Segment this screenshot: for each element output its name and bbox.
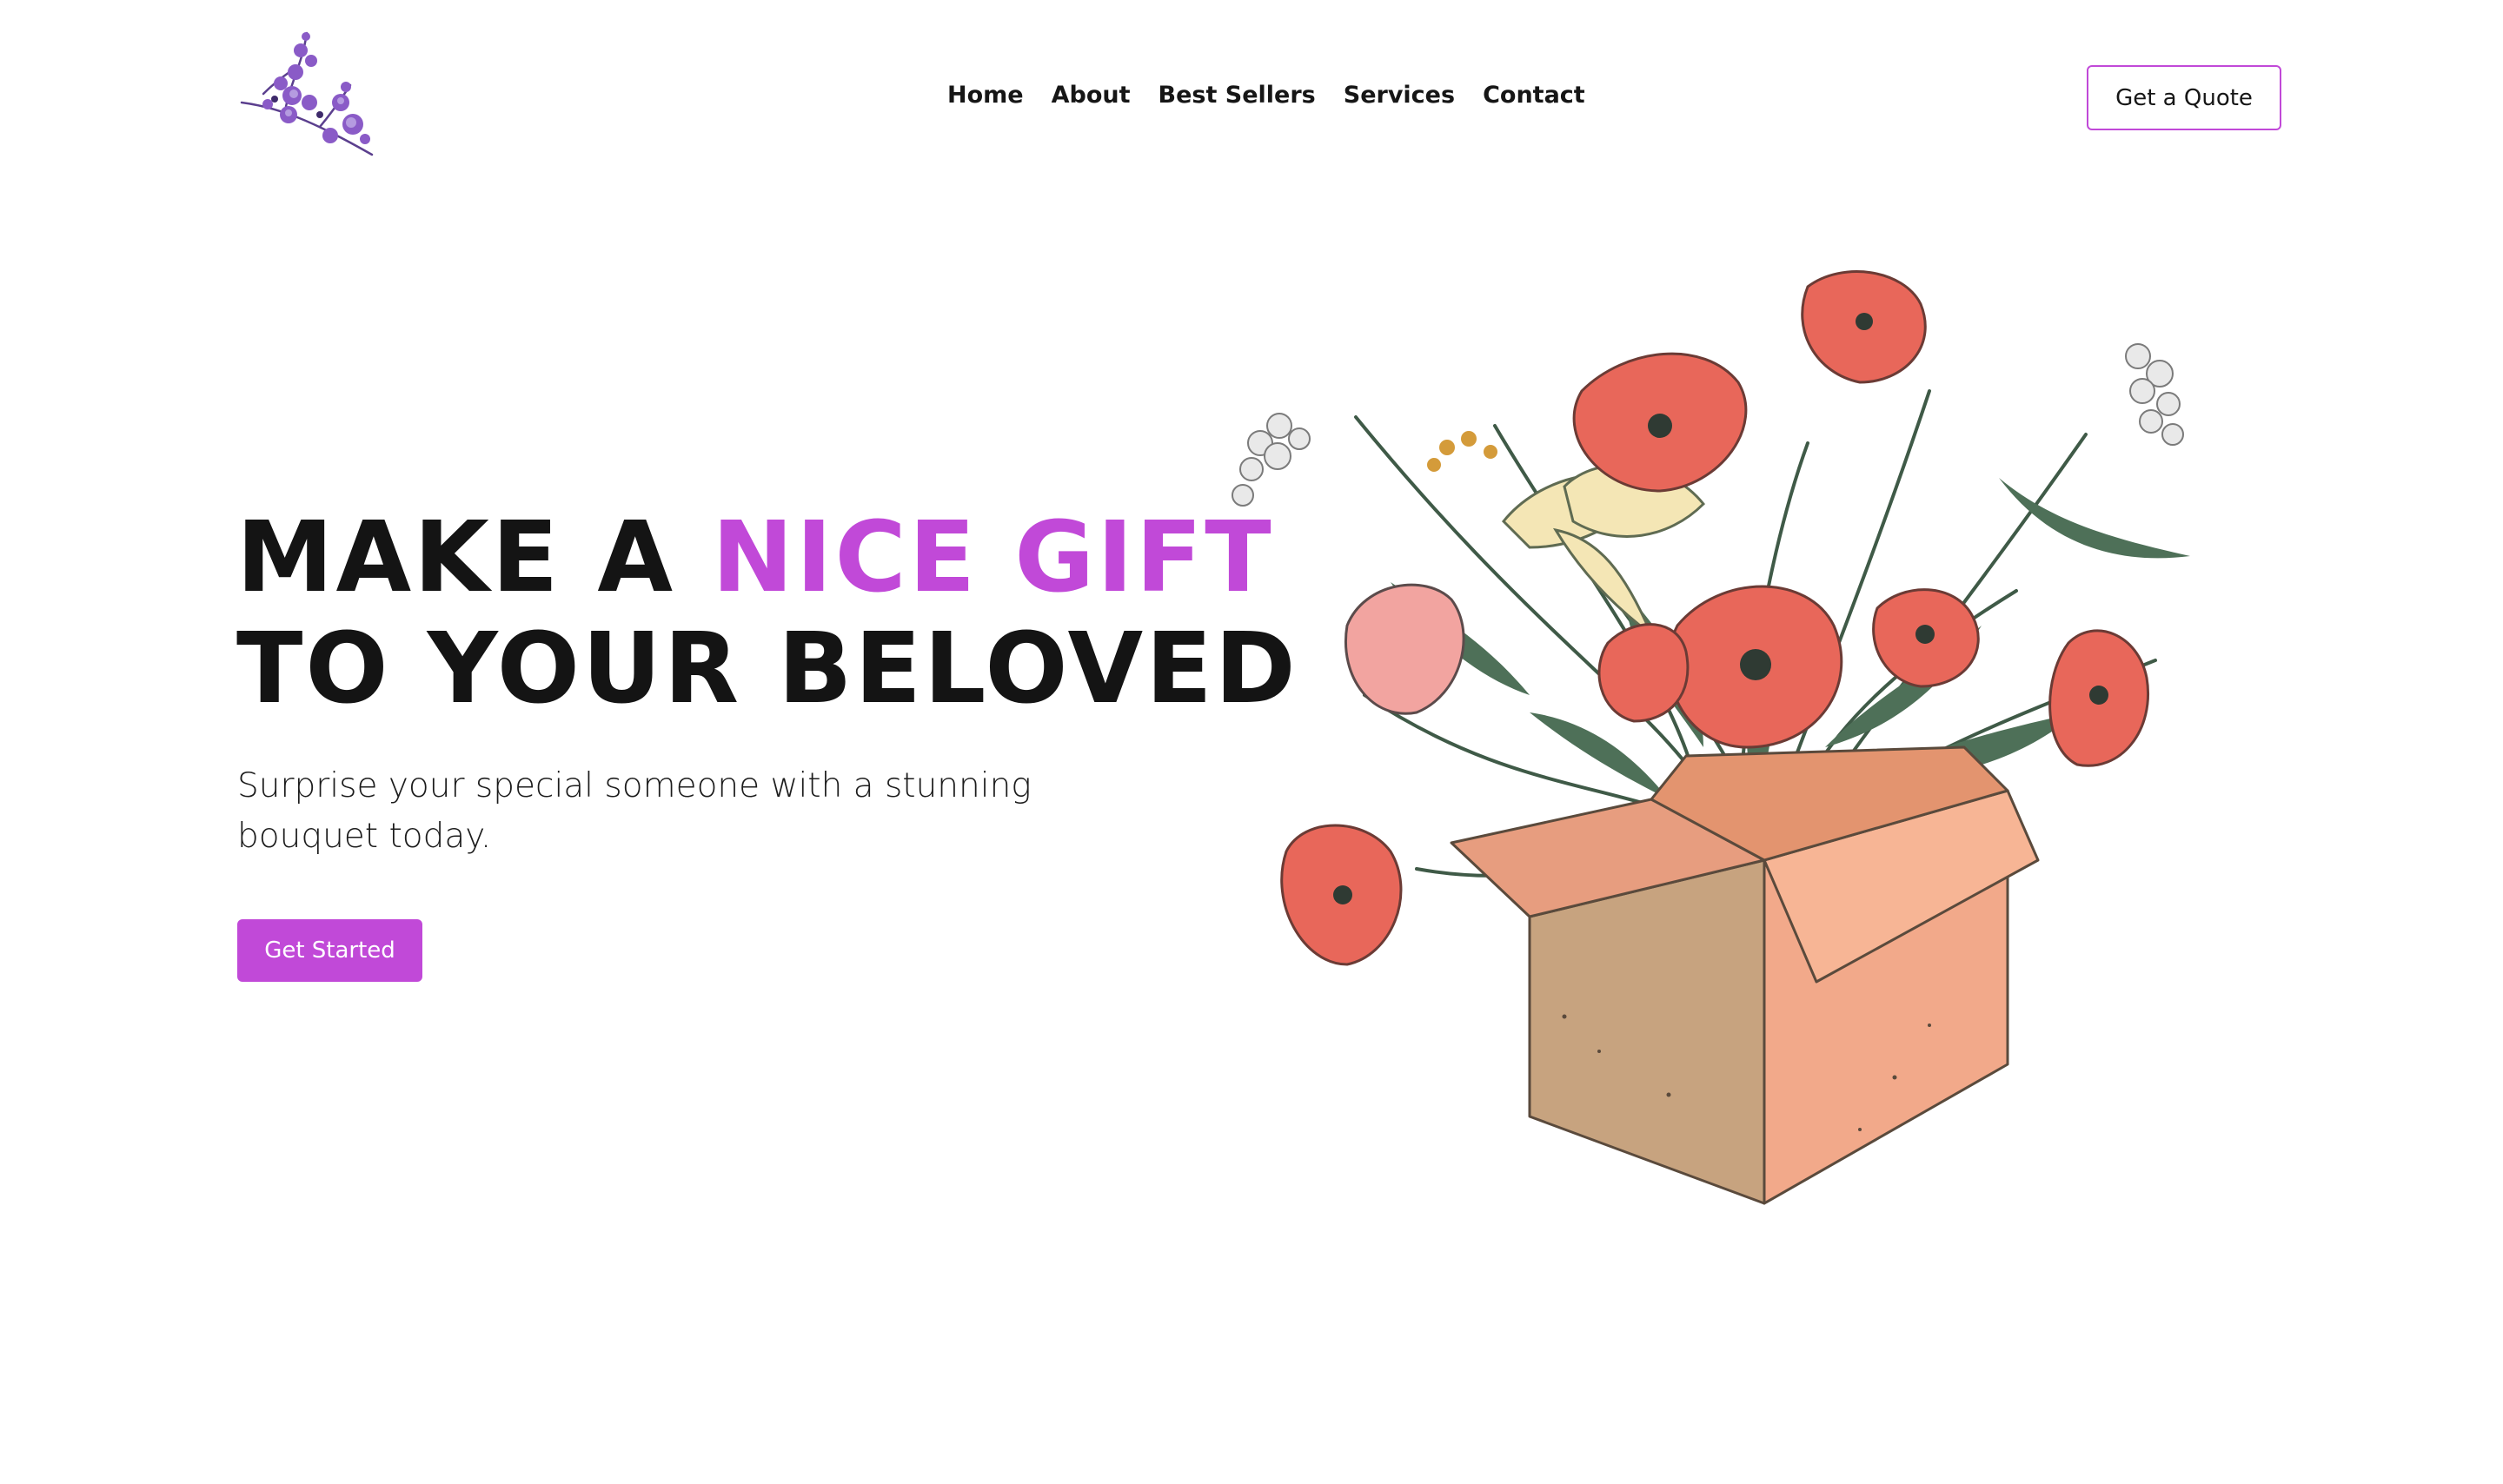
get-a-quote-button[interactable]: Get a Quote — [2087, 65, 2281, 130]
flower-box-illustration — [1232, 270, 2190, 1205]
main-nav: Home About Best Sellers Services Contact — [947, 82, 1613, 109]
headline-line-2: TO YOUR BELOVED — [236, 613, 1298, 725]
nav-best-sellers[interactable]: Best Sellers — [1159, 82, 1316, 109]
hero-subtitle: Surprise your special someone with a stu… — [237, 766, 1032, 856]
nav-home[interactable]: Home — [947, 82, 1024, 109]
page: Home About Best Sellers Services Contact… — [0, 0, 2503, 1484]
hero-headline: MAKE A NICE GIFT TO YOUR BELOVED — [236, 502, 1298, 725]
nav-contact[interactable]: Contact — [1483, 82, 1585, 109]
lavender-sprig-icon[interactable] — [233, 24, 381, 163]
headline-prefix: MAKE A — [236, 501, 713, 614]
get-started-button[interactable]: Get Started — [237, 919, 422, 982]
nav-services[interactable]: Services — [1344, 82, 1455, 109]
nav-about[interactable]: About — [1052, 82, 1131, 109]
headline-accent: NICE GIFT — [712, 501, 1274, 614]
